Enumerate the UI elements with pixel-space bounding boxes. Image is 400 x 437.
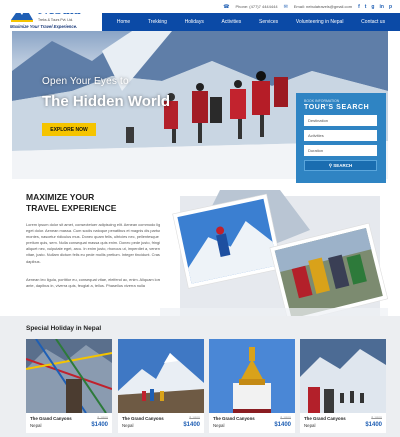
holiday-card-4-old-price: $ 1800 <box>371 416 382 420</box>
holiday-card-1-location: Nepal <box>30 423 42 428</box>
holiday-card-4[interactable]: The Grand Canyons Nepal $ 1800 $1400 <box>300 339 386 433</box>
search-title: TOUR'S SEARCH <box>304 104 370 111</box>
social-links: f t g in p <box>358 4 392 10</box>
brand-tagline: Maximize Your Travel Experience. <box>10 24 78 29</box>
holiday-card-4-title: The Grand Canyons <box>304 416 346 421</box>
explore-now-button[interactable]: EXPLORE NOW <box>42 123 96 136</box>
holiday-card-3-old-price: $ 1800 <box>280 416 291 420</box>
tour-search-panel: BOOK INFORMATION TOUR'S SEARCH Destinati… <box>296 93 386 183</box>
facebook-icon[interactable]: f <box>358 4 360 10</box>
holiday-card-2[interactable]: The Grand Canyons Nepal $ 1800 $1400 <box>118 339 204 433</box>
holiday-card-1-price: $1400 <box>91 422 108 428</box>
google-plus-icon[interactable]: g <box>371 4 374 10</box>
holiday-card-2-old-price: $ 1800 <box>189 416 200 420</box>
maximize-paragraph-2: Aenean leo ligula, porttitor eu, consequ… <box>26 277 165 289</box>
phone-icon: ☎ <box>223 3 230 10</box>
search-small-label: BOOK INFORMATION <box>304 99 340 103</box>
hero-line1: Open Your Eyes to <box>42 76 129 87</box>
holiday-card-3-image <box>209 339 295 413</box>
holiday-card-1-title: The Grand Canyons <box>30 416 72 421</box>
holiday-card-3-location: Nepal <box>213 423 225 428</box>
search-button-label: SEARCH <box>333 163 353 168</box>
hero-line2: The Hidden World <box>42 93 171 110</box>
holiday-card-4-location: Nepal <box>304 423 316 428</box>
mail-icon: ✉ <box>283 3 288 10</box>
holiday-card-1[interactable]: The Grand Canyons Nepal $ 1800 $1400 <box>26 339 112 433</box>
nav-holidays[interactable]: Holidays <box>185 19 204 25</box>
linkedin-icon[interactable]: in <box>379 4 383 10</box>
nav-contact[interactable]: Contact us <box>361 19 385 25</box>
holiday-card-1-image <box>26 339 112 413</box>
nav-services[interactable]: Services <box>259 19 278 25</box>
pinterest-icon[interactable]: p <box>389 4 392 10</box>
maximize-title-line1: MAXIMIZE YOUR <box>26 192 95 202</box>
holiday-card-2-image <box>118 339 204 413</box>
page: Nebula Treks & Tours Pvt. Ltd. Maximize … <box>0 0 400 437</box>
brand-sub: Treks & Tours Pvt. Ltd. <box>38 18 74 22</box>
maximize-paragraph-1: Lorem ipsum dolor sit amet, consectetuer… <box>26 222 172 264</box>
special-holiday-title: Special Holiday in Nepal <box>26 325 102 332</box>
photo-collage <box>160 190 388 326</box>
holiday-card-4-price: $1400 <box>365 422 382 428</box>
nav-volunteering[interactable]: Volunteering in Nepal <box>296 19 344 25</box>
email-text[interactable]: Email: nebulatravels@gmail.com <box>294 4 352 9</box>
nav-activities[interactable]: Activities <box>222 19 242 25</box>
holiday-card-4-image <box>300 339 386 413</box>
search-button[interactable]: ⚲ SEARCH <box>304 160 377 171</box>
twitter-icon[interactable]: t <box>365 4 367 10</box>
nav-home[interactable]: Home <box>117 19 130 25</box>
holiday-card-3[interactable]: The Grand Canyons Nepal $ 1800 $1400 <box>209 339 295 433</box>
holiday-card-1-old-price: $ 1800 <box>97 416 108 420</box>
holiday-card-3-price: $1400 <box>274 422 291 428</box>
main-nav: Home Trekking Holidays Activities Servic… <box>102 13 400 31</box>
maximize-title-line2: TRAVEL EXPERIENCE <box>26 203 117 213</box>
holiday-card-2-price: $1400 <box>183 422 200 428</box>
holiday-card-2-location: Nepal <box>122 423 134 428</box>
phone-text: Phone: (477)7 4444444 <box>235 4 278 9</box>
activities-field[interactable]: Activities <box>304 130 377 141</box>
destination-field[interactable]: Destination <box>304 115 377 126</box>
holiday-card-2-title: The Grand Canyons <box>122 416 164 421</box>
duration-field[interactable]: Duration <box>304 145 377 156</box>
nav-trekking[interactable]: Trekking <box>148 19 167 25</box>
holiday-card-3-title: The Grand Canyons <box>213 416 255 421</box>
top-bar: ☎ Phone: (477)7 4444444 ✉ Email: nebulat… <box>0 0 400 13</box>
